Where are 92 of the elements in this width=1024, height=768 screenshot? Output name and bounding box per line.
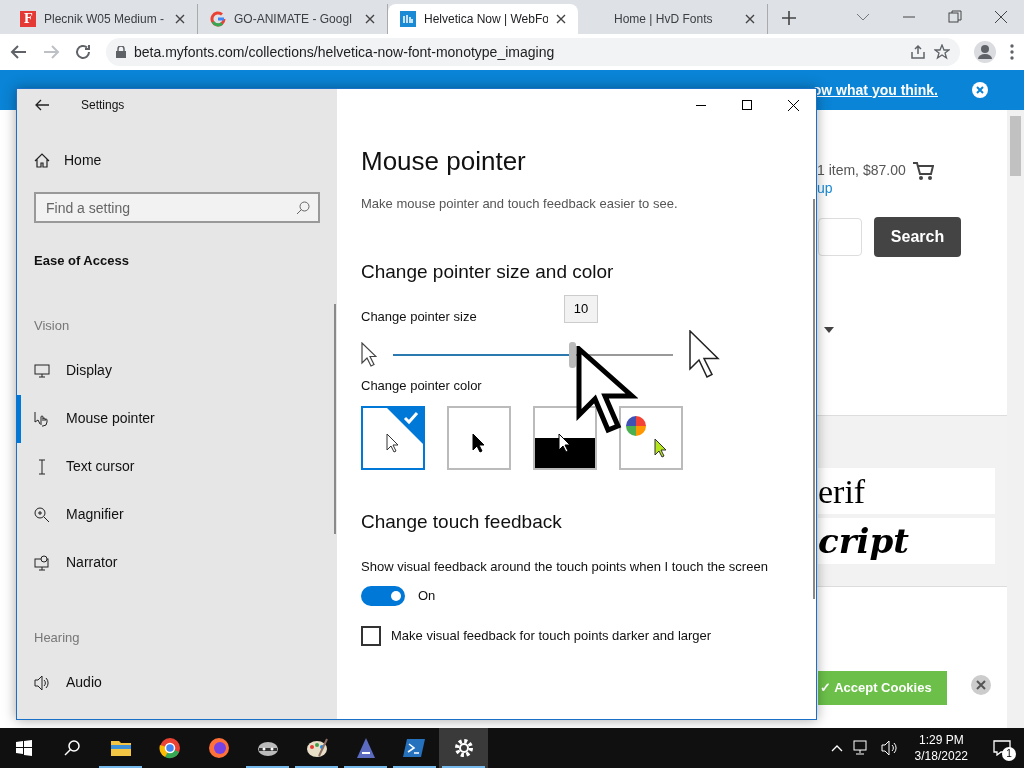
pointer-color-option[interactable] xyxy=(533,405,597,470)
group-heading: Vision xyxy=(33,316,71,335)
profile-icon[interactable] xyxy=(974,41,996,63)
notification-icon xyxy=(993,740,1011,756)
back-icon[interactable] xyxy=(35,99,49,111)
windows-icon xyxy=(16,740,32,756)
clock-time[interactable]: 1:29 PM xyxy=(918,732,964,748)
action-center-button[interactable]: 1 xyxy=(984,728,1020,768)
close-icon xyxy=(994,10,1008,24)
terminal-icon xyxy=(402,736,427,760)
home-icon xyxy=(34,152,50,168)
scrollbar[interactable] xyxy=(1007,110,1024,728)
search-input[interactable] xyxy=(818,218,862,256)
pointer-color-option[interactable] xyxy=(361,405,425,470)
close-icon[interactable] xyxy=(365,14,375,24)
narrator-icon xyxy=(34,554,50,571)
close-icon[interactable] xyxy=(556,14,566,24)
caret-icon[interactable] xyxy=(824,327,834,333)
nav-item[interactable]: Narrator xyxy=(17,538,337,587)
search-button[interactable]: Search xyxy=(874,217,961,257)
category-heading: Ease of Access xyxy=(33,252,130,270)
taskbar-app-button[interactable] xyxy=(439,728,488,768)
color-label: Change pointer color xyxy=(361,377,483,395)
account-link[interactable]: up xyxy=(817,178,833,199)
magnifier-icon xyxy=(34,506,50,523)
back-icon[interactable] xyxy=(10,43,28,61)
section-heading: Change touch feedback xyxy=(361,509,563,534)
inverted-pointer-icon xyxy=(558,432,572,453)
window-title: Settings xyxy=(81,97,125,114)
speaker-icon[interactable] xyxy=(880,740,899,756)
close-icon[interactable] xyxy=(175,14,185,24)
small-pointer-icon xyxy=(361,342,377,368)
group-heading: Hearing xyxy=(33,628,81,647)
toggle-state: On xyxy=(418,587,436,606)
outline-pointer-icon xyxy=(386,432,400,453)
maximize-icon xyxy=(742,100,752,110)
checkbox-label: Make visual feedback for touch points darker and larger xyxy=(391,627,712,646)
new-tab-icon[interactable] xyxy=(782,11,796,25)
reload-icon[interactable] xyxy=(74,43,92,61)
selected-check-icon xyxy=(387,407,423,444)
custom-pointer-icon xyxy=(654,437,668,458)
hand-pointer-icon xyxy=(34,410,50,427)
browser-ball-icon xyxy=(157,736,182,760)
nav-item[interactable]: Audio xyxy=(17,658,337,707)
close-icon[interactable] xyxy=(745,14,755,24)
nav-item[interactable]: Display xyxy=(17,346,337,395)
chevron-up-icon[interactable] xyxy=(830,744,843,752)
notification-badge: 1 xyxy=(1002,747,1016,761)
search-field[interactable]: Find a setting xyxy=(34,192,320,223)
address-bar[interactable]: beta.myfonts.com/collections/helvetica-now-font-monotype_imaging xyxy=(106,38,960,66)
toggle-label: Show visual feedback around the touch points when I touch the screen xyxy=(361,558,769,576)
color-wheel-icon xyxy=(626,415,646,436)
share-icon[interactable] xyxy=(910,44,926,60)
url-text: beta.myfonts.com/collections/helvetica-now-font-monotype_imaging xyxy=(134,42,556,62)
pointer-color-option[interactable] xyxy=(619,405,683,470)
pointer-color-option[interactable] xyxy=(447,405,511,470)
section-heading: Change pointer size and color xyxy=(361,259,615,284)
mouse-pointer-icon xyxy=(576,346,638,434)
home-item[interactable]: Home xyxy=(17,145,337,175)
browser-tab[interactable]: Helvetica Now | WebFo xyxy=(388,4,578,34)
lock-icon xyxy=(116,46,126,58)
slider-value-tooltip: 10 xyxy=(564,295,598,323)
minimize-icon xyxy=(696,104,706,106)
nav-item[interactable]: Text cursor xyxy=(17,442,337,491)
page-title: Mouse pointer xyxy=(361,145,527,178)
search-icon xyxy=(296,201,310,215)
font-sample: cript xyxy=(818,518,995,564)
clock-date[interactable]: 3/18/2022 xyxy=(914,748,968,764)
slider-label: Change pointer size xyxy=(361,307,477,326)
favicon: F xyxy=(20,11,36,27)
restore-icon xyxy=(948,10,962,24)
solid-pointer-icon xyxy=(472,432,486,453)
cart-summary: 1 item, $87.00 xyxy=(817,161,906,180)
font-sample: erif xyxy=(818,468,995,514)
menu-icon[interactable] xyxy=(1010,44,1014,60)
toggle-switch[interactable] xyxy=(361,586,405,606)
bars-icon xyxy=(400,11,416,27)
slider-thumb[interactable] xyxy=(569,342,577,368)
nav-item[interactable]: Magnifier xyxy=(17,490,337,539)
close-icon xyxy=(787,99,799,111)
fox-globe-icon xyxy=(206,736,231,760)
close-icon[interactable] xyxy=(971,675,991,695)
search-icon xyxy=(64,740,80,756)
star-icon[interactable] xyxy=(934,44,950,60)
large-pointer-icon xyxy=(689,330,721,380)
checkbox[interactable] xyxy=(361,626,381,646)
monitor-icon xyxy=(34,362,50,379)
cart-icon[interactable] xyxy=(911,160,934,181)
page-description: Make mouse pointer and touch feedback easier to see. xyxy=(361,195,679,213)
palette-icon xyxy=(304,736,329,760)
color-ring-icon xyxy=(210,11,226,27)
speaker-icon xyxy=(34,674,50,691)
